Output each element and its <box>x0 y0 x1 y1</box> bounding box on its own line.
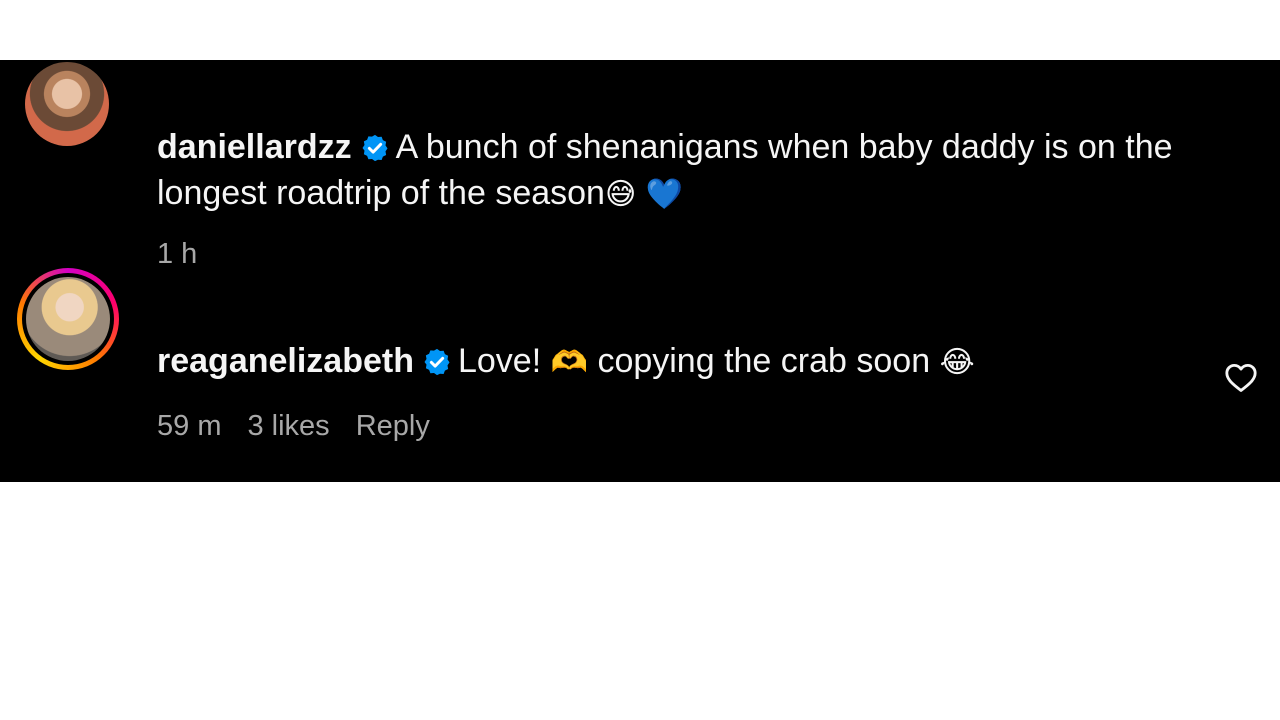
blue-heart-emoji: 💙 <box>645 177 684 212</box>
tears-of-joy-emoji: 😂 <box>939 345 975 380</box>
comment-1-text-line-2: longest roadtrip of the season <box>157 174 605 212</box>
comment-1-line-1: daniellardzz A bunch of shenanigans when… <box>157 124 1173 170</box>
avatar-story-ring[interactable] <box>17 268 119 370</box>
reply-button[interactable]: Reply <box>356 410 430 442</box>
heart-hands-emoji: 🫶 <box>550 345 588 380</box>
comment-1-meta: 1 h <box>157 236 223 272</box>
avatar-reaganelizabeth[interactable] <box>26 277 110 361</box>
comment-2-time[interactable]: 59 m <box>157 410 221 442</box>
comment-1-line-2: longest roadtrip of the season😅 💙 <box>157 170 683 218</box>
comment-2-text-before: Love! <box>457 342 542 380</box>
comment-1-username[interactable]: daniellardzz <box>157 128 352 166</box>
verified-badge-icon <box>424 348 450 376</box>
comment-2-text-after: copying the crab soon <box>597 342 931 380</box>
sweat-smile-emoji: 😅 <box>604 177 637 212</box>
comment-2-username[interactable]: reaganelizabeth <box>157 342 414 380</box>
comment-2-line-1: reaganelizabeth Love! 🫶 copying the crab… <box>157 338 975 386</box>
comment-1-text-line-1: A bunch of shenanigans when baby daddy i… <box>395 128 1173 166</box>
heart-outline-icon[interactable] <box>1224 361 1258 393</box>
avatar-daniellardzz[interactable] <box>25 62 109 146</box>
comment-2-meta: 59 m 3 likes Reply <box>157 408 456 444</box>
verified-badge-icon <box>362 134 388 162</box>
comment-1-time[interactable]: 1 h <box>157 238 197 270</box>
comment-2-likes[interactable]: 3 likes <box>247 410 329 442</box>
